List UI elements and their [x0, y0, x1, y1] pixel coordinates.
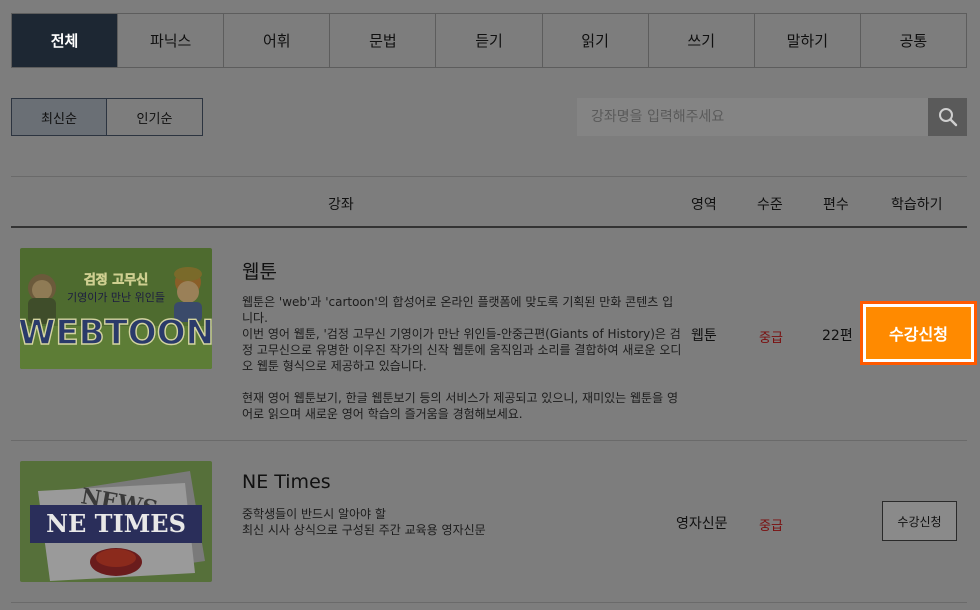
header-episodes: 편수: [823, 197, 849, 213]
tab-grammar[interactable]: 문법: [329, 14, 435, 67]
webtoon-logo: WEBTOON: [20, 313, 212, 353]
search-icon: [938, 108, 957, 127]
course-description: 웹툰은 'web'과 'cartoon'의 합성어로 온라인 플랫폼에 맞도록 …: [242, 294, 682, 422]
page: 전체 파닉스 어휘 문법 듣기 읽기 쓰기 말하기 공통 최신순 인기순 강좌 …: [0, 0, 980, 610]
course-thumbnail[interactable]: NEWS NE TIMES: [20, 461, 212, 582]
table-row: NEWS NE TIMES NE Times 중학생들이 반드시 알아야 할 최…: [11, 441, 967, 603]
webtoon-illustration: 검정 고무신 기영이가 만난 위인들 WEBTOON: [20, 248, 212, 369]
thumbnail-title-line1: 검정 고무신: [84, 272, 148, 288]
sort-toggle: 최신순 인기순: [11, 98, 203, 136]
header-course: 강좌: [328, 197, 354, 213]
description-paragraph: 현재 영어 웹툰보기, 한글 웹툰보기 등의 서비스가 제공되고 있으니, 재미…: [242, 391, 678, 421]
ne-times-logo: NE TIMES: [46, 509, 186, 538]
category-tabs: 전체 파닉스 어휘 문법 듣기 읽기 쓰기 말하기 공통: [11, 13, 967, 68]
course-title[interactable]: NE Times: [242, 471, 331, 493]
sort-popular-button[interactable]: 인기순: [107, 98, 203, 136]
description-paragraph: 웹툰은 'web'과 'cartoon'의 합성어로 온라인 플랫폼에 맞도록 …: [242, 295, 674, 325]
search-input[interactable]: [577, 98, 928, 136]
course-area: 웹툰: [691, 328, 717, 344]
tab-reading[interactable]: 읽기: [541, 14, 648, 67]
course-title[interactable]: 웹툰: [242, 257, 277, 284]
header-level: 수준: [757, 197, 783, 213]
tab-writing[interactable]: 쓰기: [647, 14, 754, 67]
table-header: 강좌 영역 수준 편수 학습하기: [11, 176, 967, 228]
header-action: 학습하기: [891, 197, 943, 213]
enroll-button-label: 수강신청: [866, 307, 971, 359]
description-paragraph: 이번 영어 웹툰, '검정 고무신 기영이가 만난 위인들-안중근편(Giant…: [242, 327, 682, 373]
course-episodes: 22편: [822, 328, 853, 344]
table-row: 검정 고무신 기영이가 만난 위인들 WEBTOON 웹툰 웹툰은 'web'과…: [11, 228, 977, 441]
tab-all[interactable]: 전체: [12, 14, 118, 67]
search-bar: [577, 98, 967, 136]
course-area: 영자신문: [676, 516, 728, 532]
description-paragraph: 최신 시사 상식으로 구성된 주간 교육용 영자신문: [242, 523, 486, 537]
sort-latest-button[interactable]: 최신순: [11, 98, 107, 136]
tab-vocabulary[interactable]: 어휘: [223, 14, 329, 67]
course-thumbnail[interactable]: 검정 고무신 기영이가 만난 위인들 WEBTOON: [20, 248, 212, 369]
header-area: 영역: [691, 197, 717, 213]
course-description: 중학생들이 반드시 알아야 할 최신 시사 상식으로 구성된 주간 교육용 영자…: [242, 506, 682, 538]
course-level: 중급: [759, 519, 783, 534]
tab-phonics[interactable]: 파닉스: [117, 14, 223, 67]
search-button[interactable]: [928, 98, 967, 136]
enroll-button[interactable]: 수강신청: [882, 501, 957, 541]
tab-common[interactable]: 공통: [859, 14, 966, 67]
tab-listening[interactable]: 듣기: [435, 14, 541, 67]
enroll-button[interactable]: 수강신청: [860, 301, 977, 365]
course-level: 중급: [759, 331, 783, 346]
thumbnail-title-line2: 기영이가 만난 위인들: [67, 291, 165, 304]
newspaper-illustration: NEWS NE TIMES: [20, 461, 212, 582]
tab-speaking[interactable]: 말하기: [753, 14, 860, 67]
description-paragraph: 중학생들이 반드시 알아야 할: [242, 507, 386, 521]
